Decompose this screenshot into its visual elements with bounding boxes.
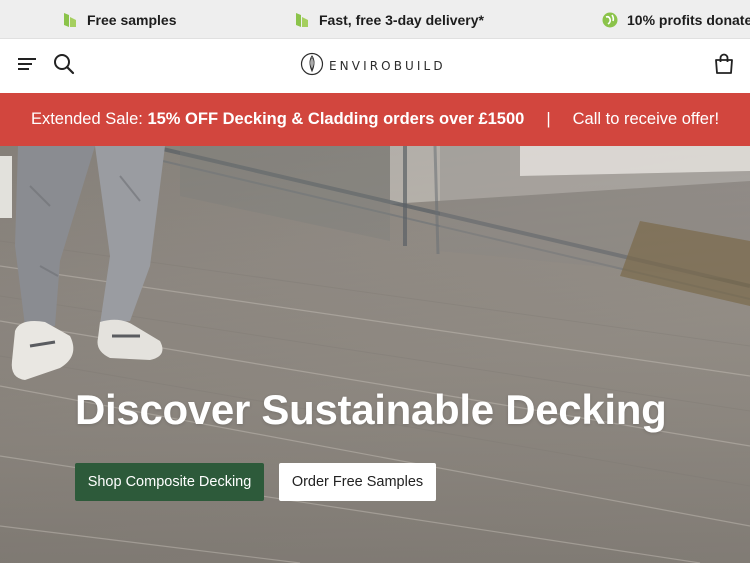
- logo-emblem-icon: [300, 52, 324, 81]
- usp-label: Free samples: [87, 11, 177, 28]
- search-icon: [53, 53, 75, 80]
- leaf-icon: [62, 12, 78, 28]
- order-free-samples-button[interactable]: Order Free Samples: [279, 463, 436, 501]
- promo-cta[interactable]: Call to receive offer!: [573, 110, 719, 129]
- logo-text: ENVIROBUILD: [329, 59, 446, 73]
- hero-banner: Discover Sustainable Decking Shop Compos…: [0, 146, 750, 563]
- promo-prefix: Extended Sale:: [30, 110, 143, 128]
- menu-icon: [17, 56, 37, 77]
- globe-icon: [602, 12, 618, 28]
- usp-free-samples: Free samples: [62, 0, 177, 39]
- usp-delivery: Fast, free 3-day delivery*: [294, 0, 484, 39]
- promo-banner[interactable]: Extended Sale: 15% OFF Decking & Claddin…: [0, 93, 750, 146]
- usp-profits-donated: 10% profits donated: [602, 0, 750, 39]
- promo-highlight: 15% OFF Decking & Cladding orders over £…: [147, 110, 525, 128]
- site-header: ENVIROBUILD: [0, 39, 750, 93]
- search-button[interactable]: [50, 39, 78, 93]
- shopping-bag-icon: [714, 53, 734, 80]
- menu-button[interactable]: [14, 39, 40, 93]
- usp-bar: Free samples Fast, free 3-day delivery* …: [0, 0, 750, 39]
- promo-separator: |: [546, 110, 551, 128]
- leaf-icon: [294, 12, 310, 28]
- cart-button[interactable]: [710, 39, 738, 93]
- site-logo[interactable]: ENVIROBUILD: [300, 52, 446, 81]
- shop-composite-decking-button[interactable]: Shop Composite Decking: [75, 463, 264, 501]
- hero-title: Discover Sustainable Decking: [75, 386, 667, 433]
- usp-label: Fast, free 3-day delivery*: [319, 11, 484, 28]
- usp-label: 10% profits donated: [627, 11, 750, 28]
